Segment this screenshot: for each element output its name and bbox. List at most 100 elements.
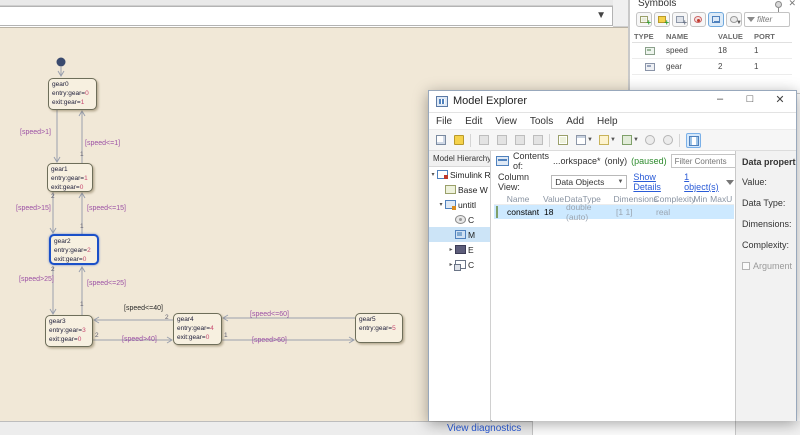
transition-label[interactable]: [speed>15] [16, 205, 51, 212]
new-model-button[interactable] [434, 133, 449, 148]
object-count-link[interactable]: 1 object(s) [684, 172, 720, 192]
state-gear5[interactable]: gear5 entry:gear=5 [355, 313, 403, 343]
argument-row: Argument [742, 261, 796, 271]
symbol-row-speed[interactable]: speed 18 1 [632, 43, 792, 59]
chevron-expanded-icon[interactable]: ▾ [437, 201, 445, 208]
close-button[interactable]: ✕ [766, 93, 794, 111]
transition-label[interactable]: [speed>60] [252, 337, 287, 344]
add-output-button[interactable] [672, 12, 688, 27]
table-row-constant-selected[interactable]: constant 18 double (auto) [1 1] real [494, 202, 734, 222]
transition-order-number: 2 [51, 193, 55, 200]
menu-tools[interactable]: Tools [530, 116, 553, 127]
target-button[interactable] [661, 133, 676, 148]
column-view-button[interactable] [686, 132, 701, 148]
chart-icon [599, 134, 609, 145]
add-output-icon [676, 16, 687, 27]
transition-label[interactable]: [speed>40] [122, 336, 157, 343]
paused-status: (paused) [631, 156, 667, 166]
input-data-icon [645, 46, 655, 55]
column-view-bar: Column View: Data Objects ▼ Show Details … [492, 172, 736, 192]
state-gear0[interactable]: gear0 entry:gear=0 exit:gear=1 [48, 78, 97, 110]
menu-file[interactable]: File [436, 116, 452, 127]
hierarchy-view-button[interactable] [708, 12, 724, 27]
add-grid-icon [558, 134, 568, 145]
chevron-expanded-icon[interactable]: ▾ [429, 171, 437, 178]
show-details-link[interactable]: Show Details [633, 172, 678, 192]
filter-funnel-icon[interactable] [726, 179, 734, 185]
gear-icon [645, 134, 655, 145]
screen: ▼ gear0 entry:gear=0 exit:gear=1 gear1 e… [0, 0, 800, 435]
symbols-settings-button[interactable]: ▼ [726, 12, 742, 27]
tree-item-collapsed-1[interactable]: ▸ E [429, 242, 490, 257]
close-icon[interactable]: ✕ [788, 0, 796, 9]
menu-add[interactable]: Add [566, 116, 584, 127]
state-gear2-selected[interactable]: gear2 entry:gear=2 exit:gear=0 [49, 234, 99, 265]
column-view-select[interactable]: Data Objects ▼ [551, 175, 628, 189]
state-gear1[interactable]: gear1 entry:gear=1 exit:gear=0 [47, 163, 93, 192]
transition-label[interactable]: [speed<=25] [87, 280, 126, 287]
state-gear3[interactable]: gear3 entry:gear=3 exit:gear=0 [45, 315, 93, 347]
tree-item-model-workspace-selected[interactable]: M [429, 227, 490, 242]
output-data-icon [645, 62, 655, 71]
tree-item-base-workspace[interactable]: Base W [429, 182, 490, 197]
settings-button[interactable] [643, 133, 658, 148]
argument-checkbox[interactable] [742, 262, 750, 270]
contents-pane: Contents of: ...orkspace* (only) (paused… [492, 151, 747, 421]
maximize-button[interactable]: □ [736, 93, 764, 111]
transition-order-number: 2 [95, 332, 99, 339]
view-diagnostics-link[interactable]: View diagnostics [447, 423, 521, 434]
transition-label[interactable]: [speed<=1] [85, 140, 120, 147]
pin-icon[interactable] [775, 1, 782, 12]
tree-item-simulink-root[interactable]: ▾ Simulink R [429, 167, 490, 182]
cut-button[interactable] [477, 133, 492, 148]
hierarchy-view-icon [712, 16, 720, 23]
minimize-button[interactable]: – [706, 93, 734, 111]
add-data-button[interactable] [636, 12, 652, 27]
chevron-down-icon[interactable]: ▼ [596, 10, 606, 21]
column-view-label: Column View: [498, 172, 530, 192]
column-view-icon [689, 135, 699, 146]
menu-view[interactable]: View [495, 116, 517, 127]
symbols-filter-box[interactable] [744, 12, 790, 27]
editor-address-bar[interactable]: ▼ [0, 6, 613, 26]
symbols-filter-input[interactable] [757, 15, 787, 24]
menu-help[interactable]: Help [597, 116, 618, 127]
transition-label[interactable]: [speed>1] [20, 129, 51, 136]
chevron-collapsed-icon[interactable]: ▸ [447, 246, 455, 253]
menu-edit[interactable]: Edit [465, 116, 482, 127]
delete-button[interactable] [531, 133, 546, 148]
complexity-label: Complexity: [742, 240, 790, 250]
copy-icon [497, 134, 507, 145]
model-explorer-titlebar[interactable]: Model Explorer – □ ✕ [429, 91, 796, 113]
transition-order-number: 1 [80, 301, 84, 308]
resolve-symbols-icon [694, 16, 702, 23]
open-folder-icon [454, 134, 464, 145]
tree-item-untitled-model[interactable]: ▾ untitl [429, 197, 490, 212]
symbol-row-gear[interactable]: gear 2 1 [632, 59, 792, 75]
data-properties-pane: Data properti Value: Data Type: Dimensio… [735, 151, 796, 421]
value-label: Value: [742, 177, 767, 187]
transition-label[interactable]: [speed>25] [19, 276, 54, 283]
object-dropdown[interactable]: ▼ [620, 133, 639, 148]
add-input-button[interactable] [654, 12, 670, 27]
paste-button[interactable] [513, 133, 528, 148]
add-data-button[interactable] [556, 133, 571, 148]
data-object-icon [496, 206, 498, 218]
delete-icon [533, 134, 543, 145]
state-gear4[interactable]: gear4 entry:gear=4 exit:gear=0 [173, 313, 222, 345]
open-button[interactable] [452, 133, 467, 148]
argument-label: Argument [753, 261, 793, 271]
resolve-symbols-button[interactable] [690, 12, 706, 27]
tree-item-collapsed-2[interactable]: ▸ C [429, 257, 490, 272]
transition-label[interactable]: [speed<=40] [124, 305, 163, 312]
chart-dropdown[interactable]: ▼ [597, 133, 616, 148]
transition-label[interactable]: [speed<=60] [250, 311, 289, 318]
transition-label[interactable]: [speed<=15] [87, 205, 126, 212]
datatype-label: Data Type: [742, 198, 786, 208]
copy-button[interactable] [495, 133, 510, 148]
menu-bar: File Edit View Tools Add Help [429, 113, 796, 130]
transition-order-number: 1 [224, 332, 228, 339]
tree-item-configuration[interactable]: C [429, 212, 490, 227]
list-view-dropdown[interactable]: ▼ [574, 133, 593, 148]
add-input-icon [658, 16, 669, 27]
